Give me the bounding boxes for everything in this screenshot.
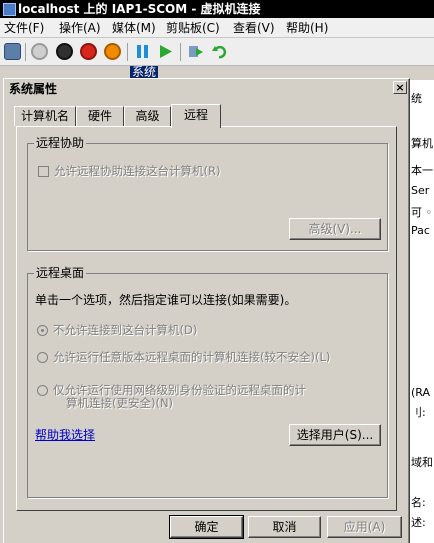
menu-file[interactable]: 文件(F) [4, 20, 44, 36]
revert-icon[interactable] [211, 43, 228, 60]
apply-button-label: 应用(A) [343, 520, 386, 534]
vm-menubar: 文件(F) 操作(A) 媒体(M) 剪贴板(C) 查看(V) 帮助(H) [0, 18, 434, 38]
help-me-choose-link[interactable]: 帮助我选择 [35, 428, 95, 442]
toolbar-separator [127, 43, 128, 61]
radio-allow-any-version-label: 允许运行任意版本远程桌面的计算机连接(较不安全)(L) [53, 350, 331, 364]
remote-assistance-group: 远程协助 允许远程协助连接这台计算机(R) 高级(V)... [27, 136, 388, 251]
bg-text-fragment: Ser [411, 184, 430, 197]
remote-tab-panel: 远程协助 允许远程协助连接这台计算机(R) 高级(V)... 远程桌面 单击一个… [16, 126, 397, 511]
allow-remote-assistance-label: 允许远程协助连接这台计算机(R) [54, 164, 221, 178]
menu-clipboard[interactable]: 剪贴板(C) [166, 20, 220, 36]
bg-text-fragment: (RA [411, 386, 431, 399]
remote-assistance-title: 远程协助 [34, 136, 87, 150]
bg-text-fragment: 名: [411, 496, 426, 509]
tab-remote[interactable]: 远程 [171, 104, 221, 128]
allow-remote-assistance-checkbox[interactable] [38, 166, 49, 177]
snapshot-icon[interactable] [187, 43, 204, 60]
bg-text-fragment: 本一 [411, 164, 433, 177]
select-users-button[interactable]: 选择用户(S)... [289, 424, 381, 446]
apply-button[interactable]: 应用(A) [327, 516, 402, 538]
advanced-button-label: 高级(V)... [308, 222, 362, 236]
vm-toolbar [0, 38, 434, 66]
advanced-button[interactable]: 高级(V)... [289, 218, 381, 240]
close-button[interactable]: × [393, 81, 407, 94]
remote-desktop-group: 远程桌面 单击一个选项，然后指定谁可以连接(如果需要)。 不允许连接到这台计算机… [27, 266, 388, 498]
close-icon: × [395, 81, 405, 94]
toolbar-separator [180, 43, 181, 61]
menu-view[interactable]: 查看(V) [233, 20, 275, 36]
shutdown-icon[interactable] [80, 43, 97, 60]
bg-text-fragment: 统 [411, 92, 422, 105]
resume-icon[interactable] [157, 43, 174, 60]
radio-allow-any-version[interactable] [37, 352, 48, 363]
ok-button[interactable]: 确定 [169, 515, 244, 539]
power-icon[interactable] [104, 43, 121, 60]
vm-window-title: localhost 上的 IAP1-SCOM - 虚拟机连接 [18, 2, 261, 16]
dialog-title: 系统属性 [9, 82, 58, 96]
vm-connection-icon [3, 3, 16, 16]
bg-text-fragment: 述: [411, 516, 426, 529]
system-properties-dialog: 系统属性 × 计算机名 硬件 高级 远程 远程协助 允许远程协助连接这台计算机(… [3, 78, 410, 543]
tab-hardware[interactable]: 硬件 [76, 106, 124, 126]
radio-allow-nla-only-label: 仅允许运行使用网络级别身份验证的远程桌面的计 [53, 383, 306, 397]
bg-text-fragment: Pac [411, 224, 430, 237]
menu-media[interactable]: 媒体(M) [112, 20, 156, 36]
ctrl-alt-del-icon[interactable] [4, 43, 21, 60]
tab-advanced[interactable]: 高级 [124, 106, 171, 126]
tab-label: 远程 [183, 108, 208, 122]
select-users-button-label: 选择用户(S)... [296, 428, 374, 442]
cancel-button-label: 取消 [272, 520, 297, 534]
bg-text-fragment: 刂: [411, 406, 426, 419]
toolbar-separator [25, 43, 26, 61]
guest-background-window: 统 算机 本一 Ser 可 ◦ Pac (RA 刂: 域和 名: 述: [406, 80, 434, 543]
start-icon[interactable] [31, 43, 48, 60]
tab-label: 硬件 [87, 109, 112, 123]
radio-allow-nla-only-label-line2: 算机连接(更安全)(N) [66, 396, 174, 410]
radio-allow-nla-only[interactable] [37, 385, 48, 396]
radio-dont-allow-label: 不允许连接到这台计算机(D) [53, 323, 198, 337]
remote-desktop-instruction: 单击一个选项，然后指定谁可以连接(如果需要)。 [35, 293, 297, 307]
pause-icon[interactable] [134, 43, 151, 60]
tab-label: 计算机名 [20, 109, 69, 123]
guest-system-item: 系统 [130, 65, 159, 79]
bg-text-fragment: 域和 [411, 456, 433, 469]
bg-text-fragment: 算机 [411, 137, 433, 150]
tab-computer-name[interactable]: 计算机名 [14, 106, 76, 126]
tab-label: 高级 [135, 109, 160, 123]
turn-off-icon[interactable] [56, 43, 73, 60]
ok-button-label: 确定 [194, 520, 219, 534]
bg-text-fragment: 可 ◦ [411, 206, 432, 219]
menu-action[interactable]: 操作(A) [59, 20, 101, 36]
menu-help[interactable]: 帮助(H) [286, 20, 328, 36]
remote-desktop-title: 远程桌面 [34, 266, 87, 280]
dialog-title-bar: 系统属性 [5, 80, 408, 98]
vm-window-title-bar: localhost 上的 IAP1-SCOM - 虚拟机连接 [0, 0, 434, 18]
radio-dont-allow[interactable] [37, 325, 48, 336]
cancel-button[interactable]: 取消 [248, 516, 321, 538]
